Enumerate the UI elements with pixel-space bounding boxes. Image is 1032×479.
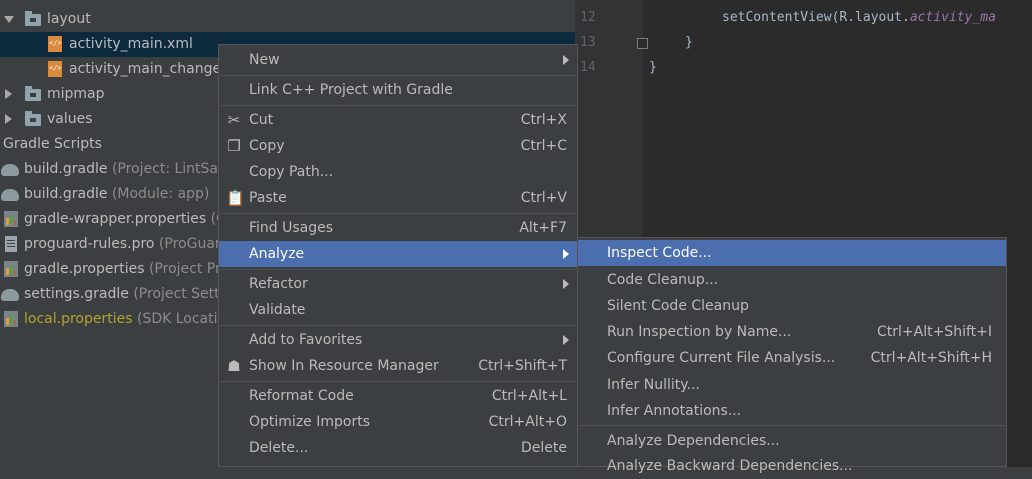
resource-manager-icon: ☗ <box>227 357 241 375</box>
gradle-icon <box>1 189 19 201</box>
menu-item-optimize-imports[interactable]: Optimize Imports Ctrl+Alt+O <box>219 409 577 435</box>
tree-item-label: activity_main_change_ <box>69 61 229 77</box>
tree-item-hint: (Project Pro <box>148 261 229 277</box>
gradle-icon <box>1 289 19 301</box>
tree-item-label: proguard-rules.pro <box>24 236 155 252</box>
menu-separator <box>220 105 576 106</box>
properties-file-icon <box>4 311 18 327</box>
gradle-icon <box>1 164 19 176</box>
tree-item-layout-folder[interactable]: layout <box>0 7 575 32</box>
tree-item-label: local.properties <box>24 311 133 327</box>
menu-item-reformat-code[interactable]: Reformat Code Ctrl+Alt+L <box>219 383 577 409</box>
code-line-14: } <box>649 60 657 75</box>
submenu-item-analyze-backward-dependencies[interactable]: Analyze Backward Dependencies... <box>578 453 1006 479</box>
menu-item-cut[interactable]: ✂ Cut Ctrl+X <box>219 107 577 133</box>
line-number: 12 <box>580 10 596 25</box>
submenu-item-code-cleanup[interactable]: Code Cleanup... <box>578 267 1006 293</box>
properties-file-icon <box>4 211 18 227</box>
xml-file-icon <box>48 61 62 77</box>
folder-icon <box>25 86 41 101</box>
submenu-item-inspect-code[interactable]: Inspect Code... <box>578 240 1006 266</box>
tree-item-label: activity_main.xml <box>69 36 193 52</box>
tree-item-hint: (ProGuar <box>158 236 221 252</box>
fold-marker-icon[interactable] <box>637 38 648 49</box>
tree-item-label: settings.gradle <box>24 286 129 302</box>
text-file-icon <box>5 236 17 252</box>
menu-separator <box>220 325 576 326</box>
line-number: 14 <box>580 60 596 75</box>
clipboard-icon: 📋 <box>226 189 245 207</box>
tree-item-hint: (Module: app) <box>111 186 210 202</box>
menu-item-refactor[interactable]: Refactor <box>219 271 577 297</box>
menu-item-show-in-resource-manager[interactable]: ☗ Show In Resource Manager Ctrl+Shift+T <box>219 353 577 379</box>
tree-item-label: build.gradle <box>24 186 108 202</box>
code-line-12: setContentView(R.layout.activity_ma <box>722 10 996 25</box>
submenu-arrow-icon <box>563 55 569 65</box>
submenu-item-infer-nullity[interactable]: Infer Nullity... <box>578 372 1006 398</box>
tree-item-label: gradle.properties <box>24 261 145 277</box>
submenu-item-run-inspection-by-name[interactable]: Run Inspection by Name... Ctrl+Alt+Shift… <box>578 319 1006 345</box>
submenu-arrow-icon <box>563 249 569 259</box>
menu-item-find-usages[interactable]: Find Usages Alt+F7 <box>219 215 577 241</box>
menu-item-new[interactable]: New <box>219 47 577 73</box>
collapsed-arrow-icon[interactable] <box>5 114 12 124</box>
line-number: 13 <box>580 35 596 50</box>
tree-item-label: values <box>47 111 93 127</box>
tree-item-label: build.gradle <box>24 161 108 177</box>
menu-separator <box>220 75 576 76</box>
tree-item-label: layout <box>47 11 91 27</box>
menu-item-analyze[interactable]: Analyze <box>219 241 577 267</box>
expand-arrow-icon[interactable] <box>4 16 14 23</box>
folder-icon <box>25 111 41 126</box>
submenu-item-infer-annotations[interactable]: Infer Annotations... <box>578 398 1006 424</box>
folder-icon <box>25 11 41 26</box>
tree-item-label: gradle-wrapper.properties <box>24 211 207 227</box>
collapsed-arrow-icon[interactable] <box>5 89 12 99</box>
submenu-item-analyze-dependencies[interactable]: Analyze Dependencies... <box>578 428 1006 454</box>
menu-item-delete[interactable]: Delete... Delete <box>219 435 577 461</box>
tree-item-hint: (SDK Locatio <box>136 311 227 327</box>
submenu-item-configure-file-analysis[interactable]: Configure Current File Analysis... Ctrl+… <box>578 345 1006 371</box>
xml-file-icon <box>48 36 62 52</box>
menu-item-copy-path[interactable]: Copy Path... <box>219 159 577 185</box>
menu-item-link-cpp[interactable]: Link C++ Project with Gradle <box>219 77 577 103</box>
analyze-submenu: Inspect Code... Code Cleanup... Silent C… <box>577 237 1007 474</box>
submenu-arrow-icon <box>563 335 569 345</box>
context-menu: New Link C++ Project with Gradle ✂ Cut C… <box>218 44 578 467</box>
menu-separator <box>220 213 576 214</box>
menu-separator <box>579 425 1005 426</box>
menu-item-add-to-favorites[interactable]: Add to Favorites <box>219 327 577 353</box>
copy-icon: ❐ <box>227 137 241 155</box>
menu-separator <box>220 269 576 270</box>
menu-separator <box>220 381 576 382</box>
tree-item-label: Gradle Scripts <box>3 136 102 152</box>
menu-item-paste[interactable]: 📋 Paste Ctrl+V <box>219 185 577 211</box>
menu-item-validate[interactable]: Validate <box>219 297 577 323</box>
tree-item-hint: (Project: LintSan <box>111 161 227 177</box>
properties-file-icon <box>4 261 18 277</box>
code-line-13: } <box>685 35 693 50</box>
scissors-icon: ✂ <box>227 111 241 129</box>
tree-item-label: mipmap <box>47 86 105 102</box>
submenu-arrow-icon <box>563 279 569 289</box>
submenu-item-silent-code-cleanup[interactable]: Silent Code Cleanup <box>578 293 1006 319</box>
menu-item-copy[interactable]: ❐ Copy Ctrl+C <box>219 133 577 159</box>
